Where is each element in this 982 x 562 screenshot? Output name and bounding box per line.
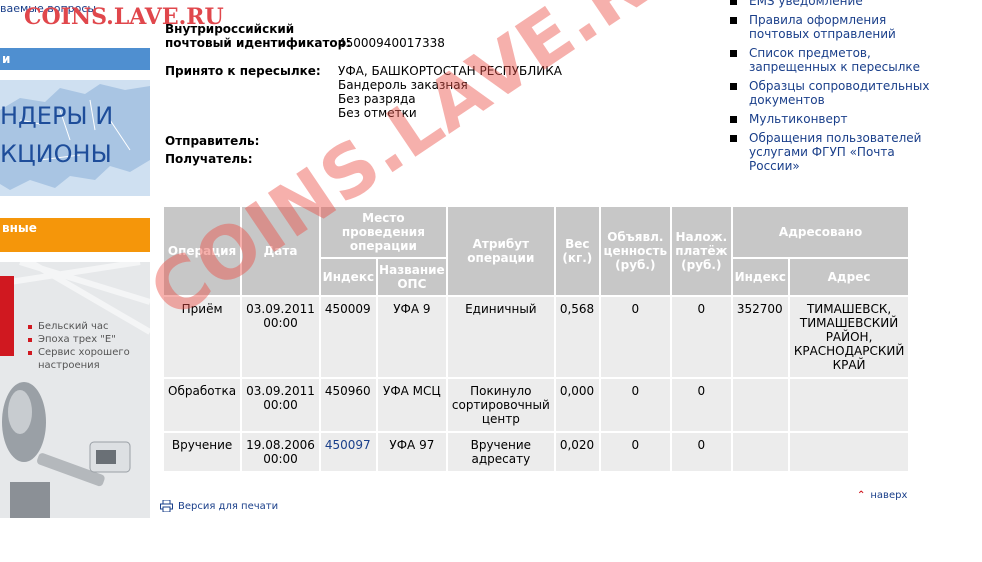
menu-item-mailing-rules[interactable]: Правила оформления почтовых отправлений	[730, 13, 930, 41]
print-version-label[interactable]: Версия для печати	[178, 501, 278, 512]
cell-cod: 0	[669, 431, 733, 473]
cell-weight: 0,020	[553, 431, 601, 473]
promo-item: Эпоха трех "Е"	[28, 333, 130, 346]
cell-addr-index: 352700	[730, 295, 790, 379]
cell-weight: 0,568	[553, 295, 601, 379]
printer-icon	[160, 499, 173, 513]
sender-label: Отправитель:	[165, 134, 260, 148]
accepted-line: Без разряда	[338, 92, 416, 106]
cell-date: 03.09.2011 00:00	[240, 295, 321, 379]
col-header-address: Адрес	[787, 257, 911, 297]
accepted-line: Без отметки	[338, 106, 417, 120]
col-header-addr-index: Индекс	[730, 257, 790, 297]
cell-operation: Вручение	[161, 431, 243, 473]
back-to-top-link[interactable]: ⌃ наверх	[857, 490, 907, 501]
col-header-index: Индекс	[318, 257, 378, 297]
banner-line-1: НДЕРЫ И	[0, 102, 114, 130]
col-header-declared-value: Объявл. ценность (руб.)	[598, 205, 672, 297]
russia-map-graphic	[0, 84, 150, 190]
cell-attribute: Вручение адресату	[445, 431, 556, 473]
table-row: Вручение 19.08.2006 00:00 450097 УФА 97 …	[161, 431, 911, 473]
cell-address	[787, 377, 911, 433]
col-header-attribute: Атрибут операции	[445, 205, 556, 297]
cell-addr-index	[730, 377, 790, 433]
promo-list: Бельский час Эпоха трех "Е" Сервис хорош…	[28, 320, 130, 372]
id-label-line1: Внутрироссийский	[165, 22, 295, 36]
cell-ops-name: УФА 97	[375, 431, 448, 473]
promo-item: Бельский час	[28, 320, 130, 333]
promo-item-cont: настроения	[38, 360, 100, 371]
tracking-table: Операция Дата Место проведения операции …	[161, 205, 911, 473]
col-header-operation: Операция	[161, 205, 243, 297]
back-to-top-label[interactable]: наверх	[870, 490, 907, 501]
right-menu: EMS уведомление Правила оформления почто…	[730, 0, 930, 178]
cell-date: 19.08.2006 00:00	[240, 431, 321, 473]
col-header-cod: Налож. платёж (руб.)	[669, 205, 733, 297]
banner-line-2: КЦИОНЫ	[0, 140, 112, 168]
cell-ops-name: УФА 9	[375, 295, 448, 379]
cell-index-link[interactable]: 450097	[318, 431, 378, 473]
cell-declared: 0	[598, 295, 672, 379]
cell-cod: 0	[669, 377, 733, 433]
cell-declared: 0	[598, 431, 672, 473]
accepted-line: Бандероль заказная	[338, 78, 468, 92]
col-header-date: Дата	[240, 205, 321, 297]
table-row: Приём 03.09.2011 00:00 450009 УФА 9 Един…	[161, 295, 911, 379]
cell-address: ТИМАШЕВСК, ТИМАШЕВСКИЙ РАЙОН, КРАСНОДАРС…	[787, 295, 911, 379]
promo-item: Сервис хорошего	[28, 346, 130, 359]
tenders-banner[interactable]: НДЕРЫ И КЦИОНЫ	[0, 80, 150, 196]
menu-item-prohibited-items[interactable]: Список предметов, запрещенных к пересылк…	[730, 46, 930, 74]
menu-item-multienvelope[interactable]: Мультиконверт	[730, 112, 930, 126]
cell-operation: Приём	[161, 295, 243, 379]
accepted-line: УФА, БАШКОРТОСТАН РЕСПУБЛИКА	[338, 64, 562, 78]
recipient-label: Получатель:	[165, 152, 253, 166]
cell-weight: 0,000	[553, 377, 601, 433]
cell-address	[787, 431, 911, 473]
cell-index: 450009	[318, 295, 378, 379]
table-row: Обработка 03.09.2011 00:00 450960 УФА МС…	[161, 377, 911, 433]
sidebar-section-header[interactable]: и	[0, 48, 150, 70]
menu-item-ems-notice[interactable]: EMS уведомление	[730, 0, 930, 8]
robot-graphic	[0, 262, 150, 518]
col-header-weight: Вес (кг.)	[553, 205, 601, 297]
col-header-place: Место проведения операции	[318, 205, 448, 259]
cell-cod: 0	[669, 295, 733, 379]
col-header-addressed: Адресовано	[730, 205, 911, 259]
menu-item-document-samples[interactable]: Образцы сопроводительных документов	[730, 79, 930, 107]
col-header-ops-name: Название ОПС	[375, 257, 448, 297]
cell-index: 450960	[318, 377, 378, 433]
cell-attribute: Единичный	[445, 295, 556, 379]
menu-item-user-appeals[interactable]: Обращения пользователей услугами ФГУП «П…	[730, 131, 930, 173]
cell-ops-name: УФА МСЦ	[375, 377, 448, 433]
cell-date: 03.09.2011 00:00	[240, 377, 321, 433]
id-label-line2: почтовый идентификатор:	[165, 36, 352, 50]
print-version-link[interactable]: Версия для печати	[160, 499, 278, 513]
cell-declared: 0	[598, 377, 672, 433]
cell-operation: Обработка	[161, 377, 243, 433]
cell-attribute: Покинуло сортировочный центр	[445, 377, 556, 433]
sidebar-section-header-orange[interactable]: вные	[0, 218, 150, 252]
promo-banner[interactable]: Бельский час Эпоха трех "Е" Сервис хорош…	[0, 262, 150, 518]
accepted-label: Принято к пересылке:	[165, 64, 321, 78]
double-chevron-up-icon: ⌃	[857, 490, 866, 501]
cell-addr-index	[730, 431, 790, 473]
tracking-id-value: 45000940017338	[338, 36, 445, 50]
